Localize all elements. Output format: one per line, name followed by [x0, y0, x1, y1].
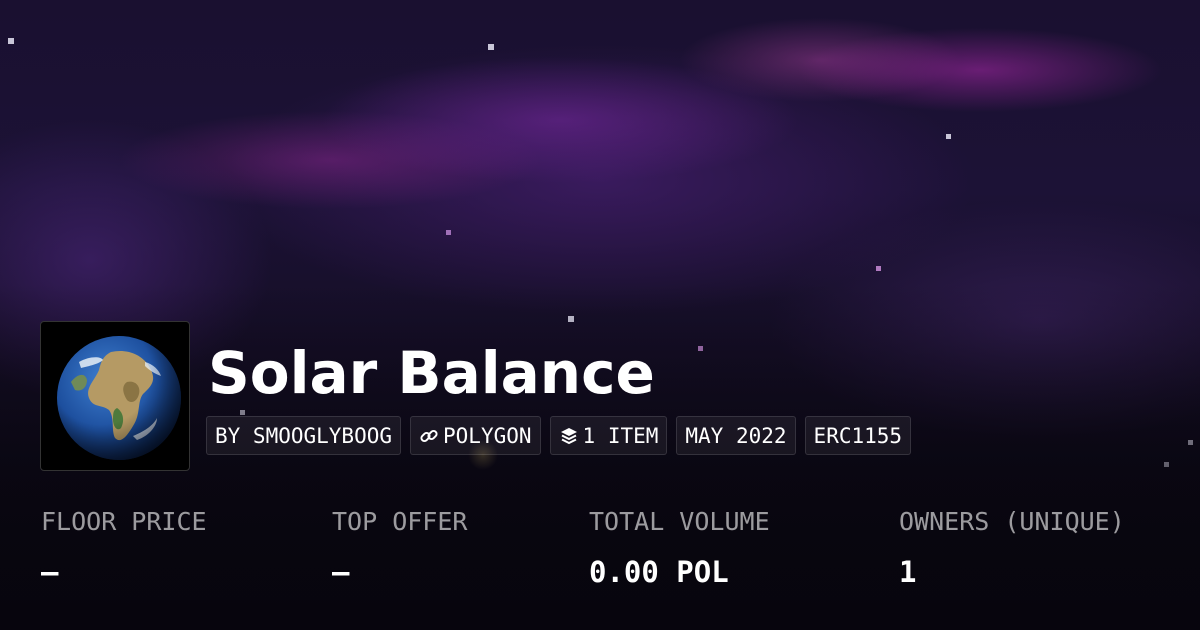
items-label: 1 ITEM — [582, 423, 659, 448]
collection-avatar — [40, 321, 190, 471]
collection-title: Solar Balance — [208, 339, 655, 407]
total-volume-label: TOTAL VOLUME — [589, 507, 770, 536]
earth-globe-icon — [57, 336, 181, 460]
floor-price-label: FLOOR PRICE — [41, 507, 207, 536]
stat-owners: OWNERS (UNIQUE) 1 — [899, 505, 1125, 589]
stat-total-volume: TOTAL VOLUME 0.00 POL — [589, 505, 770, 589]
link-icon — [420, 429, 438, 442]
creator-chip[interactable]: BY SMOOGLYBOOG — [206, 416, 402, 455]
date-label: MAY 2022 — [685, 423, 787, 448]
chain-label: POLYGON — [443, 423, 532, 448]
floor-price-value: – — [41, 555, 59, 589]
date-chip: MAY 2022 — [676, 416, 796, 455]
chain-chip[interactable]: POLYGON — [410, 416, 541, 455]
creator-label: BY SMOOGLYBOOG — [215, 423, 393, 448]
owners-value: 1 — [899, 555, 917, 589]
items-chip: 1 ITEM — [549, 416, 668, 455]
collection-meta-chips: BY SMOOGLYBOOG POLYGON 1 ITEM MAY 2022 E… — [206, 416, 912, 455]
layers-icon — [560, 427, 577, 444]
standard-chip: ERC1155 — [804, 416, 912, 455]
top-offer-label: TOP OFFER — [332, 507, 468, 536]
standard-label: ERC1155 — [813, 423, 903, 448]
stat-floor-price: FLOOR PRICE – — [41, 505, 207, 589]
total-volume-value: 0.00 POL — [589, 555, 729, 589]
stat-top-offer: TOP OFFER – — [332, 505, 467, 589]
owners-label: OWNERS (UNIQUE) — [899, 507, 1125, 536]
top-offer-value: – — [332, 555, 350, 589]
